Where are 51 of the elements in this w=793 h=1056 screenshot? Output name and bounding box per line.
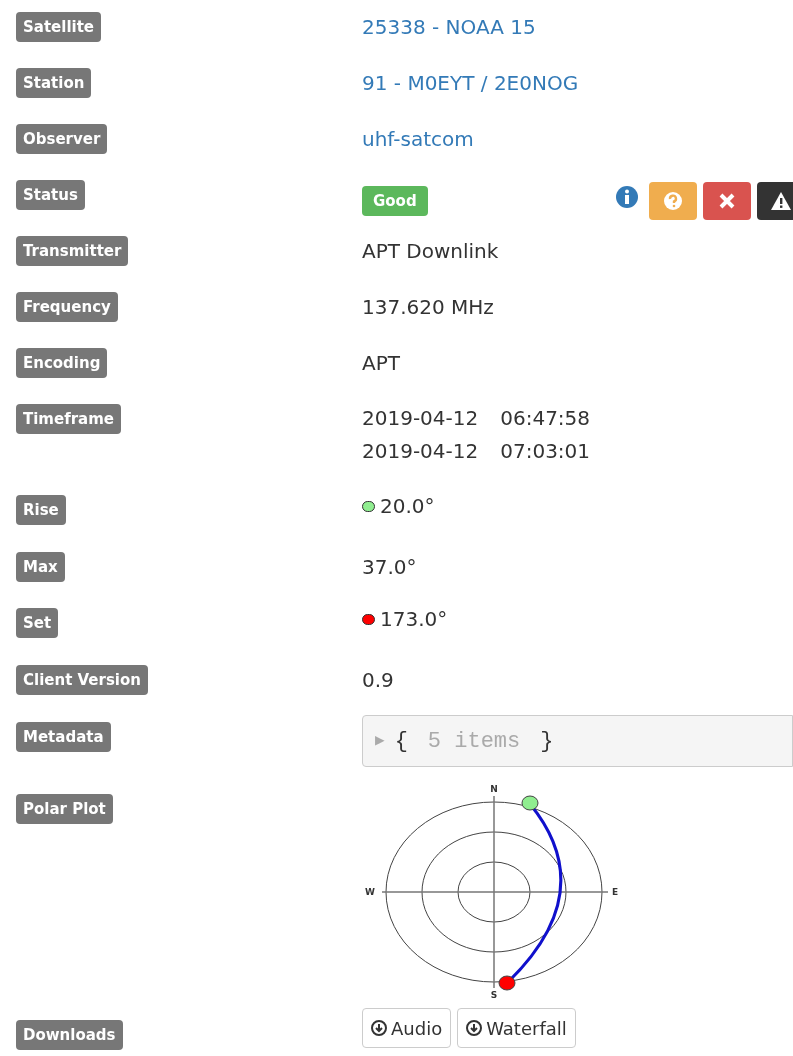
- value-link[interactable]: 25338 - NOAA 15: [362, 15, 536, 39]
- field-value: APT Downlink: [362, 239, 499, 263]
- rise-dot: [521, 795, 539, 811]
- field-label: Station: [16, 68, 92, 98]
- field-label: Downloads: [16, 1020, 123, 1050]
- value-link[interactable]: 91 - M0EYT / 2E0NOG: [362, 71, 579, 95]
- warning-icon: [770, 191, 792, 211]
- field-value: 0.9: [362, 668, 394, 692]
- field-label: Polar Plot: [16, 794, 113, 824]
- field-label: Rise: [16, 495, 66, 525]
- download-icon: [466, 1020, 483, 1036]
- field-label: Max: [16, 552, 65, 582]
- west-label: W: [365, 887, 375, 897]
- close-icon: [718, 192, 736, 210]
- set-dot: [498, 975, 516, 991]
- field-label: Observer: [16, 124, 108, 154]
- field-label: Timeframe: [16, 404, 122, 434]
- east-label: E: [612, 887, 619, 897]
- angle-text: 173.0°: [380, 606, 448, 633]
- field-label: Frequency: [16, 292, 118, 322]
- time-text: 06:47:58: [500, 405, 591, 432]
- date-text: 2019-04-12: [362, 438, 479, 465]
- brace-text: }: [540, 727, 554, 756]
- download-button[interactable]: Waterfall: [457, 1008, 576, 1048]
- value-link[interactable]: uhf-satcom: [362, 127, 474, 151]
- download-icon: [371, 1020, 387, 1036]
- warning-button[interactable]: [757, 182, 793, 220]
- item-count: 5 items: [427, 727, 521, 756]
- field-label: Satellite: [16, 12, 102, 42]
- brace-text: {: [394, 727, 408, 756]
- field-label: Set: [16, 608, 59, 638]
- south-label: S: [490, 990, 498, 1000]
- field-label: Encoding: [16, 348, 108, 378]
- expand-toggle: ▶: [375, 729, 385, 753]
- field-label: Client Version: [16, 665, 148, 695]
- download-button[interactable]: Audio: [362, 1008, 452, 1048]
- field-label: Status: [16, 180, 85, 210]
- metadata-viewer[interactable]: ▶ { 5 items }: [362, 715, 793, 767]
- angle-text: 20.0°: [380, 493, 435, 520]
- field-value: APT: [362, 351, 400, 375]
- info-icon[interactable]: [615, 185, 639, 209]
- north-label: N: [490, 784, 498, 794]
- field-value: 37.0°: [362, 555, 417, 579]
- status-label: Good: [362, 186, 428, 216]
- question-icon: [663, 191, 683, 211]
- field-value: 137.620 MHz: [362, 295, 494, 319]
- field-label: Transmitter: [16, 236, 129, 266]
- time-text: 07:03:01: [500, 438, 591, 465]
- date-text: 2019-04-12: [362, 405, 479, 432]
- close-button[interactable]: [703, 182, 751, 220]
- field-label: Metadata: [16, 722, 111, 752]
